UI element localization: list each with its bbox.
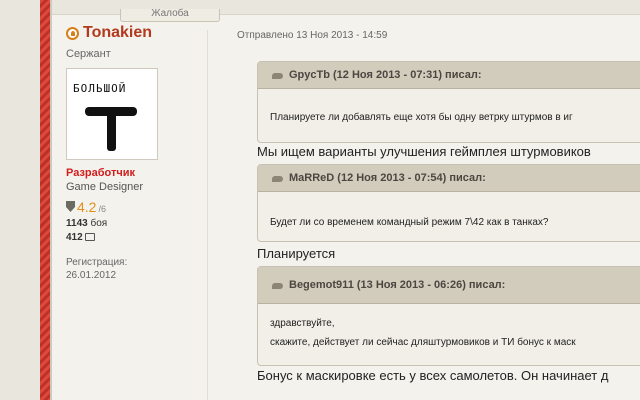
avatar[interactable]: БОЛЬШОЙ <box>66 68 158 160</box>
author-rank: Сержант <box>66 48 111 60</box>
reply-text: Бонус к маскировке есть у всех самолетов… <box>257 368 609 383</box>
shield-icon <box>66 201 75 212</box>
registration-date: 26.01.2012 <box>66 270 117 281</box>
quote-header: Begemot911 (13 Ноя 2013 - 06:26) писал: <box>258 267 640 304</box>
battles-count: 1143 боя <box>66 218 206 229</box>
quote-line: скажите, действует ли сейчас дляштурмови… <box>270 337 576 348</box>
author-name-link[interactable]: Tonakien <box>83 24 152 42</box>
battles-value: 1143 <box>66 218 88 229</box>
quote-header: GpycTb (12 Ноя 2013 - 07:31) писал: <box>258 62 640 89</box>
quote-icon <box>272 71 283 80</box>
quote-body: здравствуйте, скажите, действует ли сейч… <box>258 318 640 348</box>
quote-line: Планируете ли добавлять еще хотя бы одну… <box>270 112 573 123</box>
quote-block: GpycTb (12 Ноя 2013 - 07:31) писал: План… <box>257 61 640 143</box>
registration-label: Регистрация: <box>66 257 128 268</box>
user-status-icon <box>66 26 79 40</box>
quote-block: MaRReD (12 Ноя 2013 - 07:54) писал: Буде… <box>257 164 640 242</box>
author-rating: 4.2 /6 <box>66 199 206 215</box>
quote-icon <box>272 281 283 290</box>
author-header: Tonakien <box>66 24 206 42</box>
quote-body: Будет ли со временем командный режим 7\4… <box>258 217 640 228</box>
rating-max: /6 <box>98 204 106 214</box>
comments-count: 412 <box>66 232 206 243</box>
rating-value: 4.2 <box>77 199 97 215</box>
quote-line: здравствуйте, <box>270 318 335 329</box>
comments-value: 412 <box>66 232 83 243</box>
quote-icon <box>272 174 283 183</box>
quote-header: MaRReD (12 Ноя 2013 - 07:54) писал: <box>258 165 640 192</box>
comment-icon <box>84 233 95 241</box>
reply-text: Планируется <box>257 246 336 261</box>
quote-author-link[interactable]: Begemot911 (13 Ноя 2013 - 06:26) писал: <box>289 279 505 291</box>
quote-author-link[interactable]: GpycTb (12 Ноя 2013 - 07:31) писал: <box>289 69 481 81</box>
battles-label: боя <box>90 218 108 229</box>
report-button[interactable]: Жалоба <box>120 9 220 22</box>
decorative-stripe <box>40 0 50 400</box>
author-position: Game Designer <box>66 181 144 193</box>
column-divider <box>207 30 208 400</box>
avatar-text: БОЛЬШОЙ <box>73 82 127 95</box>
quote-body: Планируете ли добавлять еще хотя бы одну… <box>258 112 640 123</box>
author-sidebar: Tonakien Сержант БОЛЬШОЙ Разработчик Gam… <box>66 24 206 281</box>
quote-line: Будет ли со временем командный режим 7\4… <box>270 217 549 228</box>
author-role: Разработчик <box>66 167 136 179</box>
quote-block: Begemot911 (13 Ноя 2013 - 06:26) писал: … <box>257 266 640 366</box>
reply-text: Мы ищем варианты улучшения геймплея штур… <box>257 144 591 159</box>
quote-author-link[interactable]: MaRReD (12 Ноя 2013 - 07:54) писал: <box>289 172 486 184</box>
avatar-letter-t-stem <box>107 113 116 151</box>
post-timestamp: Отправлено 13 Ноя 2013 - 14:59 <box>237 30 388 41</box>
